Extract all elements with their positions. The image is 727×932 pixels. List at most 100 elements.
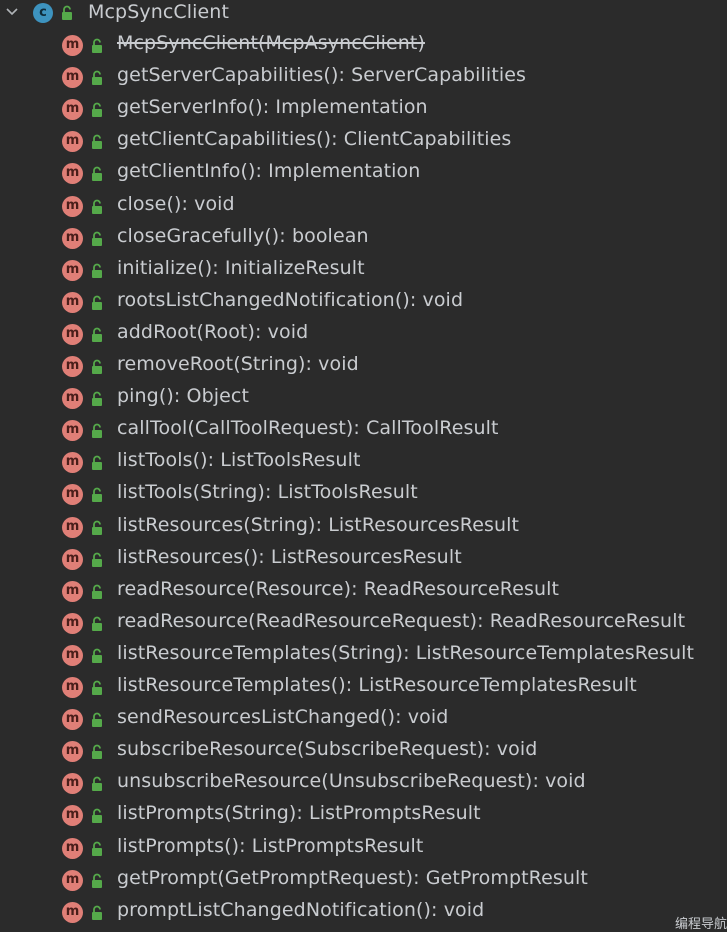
lock-icon xyxy=(92,70,102,86)
method-label: closeGracefully(): boolean xyxy=(117,224,369,247)
lock-icon xyxy=(92,231,102,246)
tree-node-method[interactable]: m readResource(Resource): ReadResourceRes… xyxy=(0,576,727,608)
method-icon: m xyxy=(62,773,83,795)
method-label: listTools(): ListToolsResult xyxy=(117,449,361,472)
lock-icon xyxy=(92,134,102,150)
lock-icon xyxy=(92,873,102,888)
method-label: getPrompt(GetPromptRequest): GetPromptRe… xyxy=(117,866,588,889)
method-label: close(): void xyxy=(117,192,235,215)
tree-node-class[interactable]: c McpSyncClient xyxy=(0,0,727,32)
method-label: subscribeResource(SubscribeRequest): voi… xyxy=(117,738,538,761)
lock-icon xyxy=(92,616,102,631)
tree-node-method[interactable]: m subscribeResource(SubscribeRequest): vo… xyxy=(0,736,727,768)
method-icon: m xyxy=(62,612,83,634)
method-label: getClientInfo(): Implementation xyxy=(117,160,421,183)
tree-node-method[interactable]: m close(): void xyxy=(0,191,727,223)
method-icon: m xyxy=(62,452,83,474)
chevron-down-icon[interactable] xyxy=(5,5,19,19)
method-icon: m xyxy=(62,869,83,891)
method-icon: m xyxy=(62,99,83,121)
lock-icon xyxy=(92,391,102,407)
method-label: listPrompts(): ListPromptsResult xyxy=(117,834,424,857)
method-label: rootsListChangedNotification(): void xyxy=(117,288,464,311)
lock-icon xyxy=(92,167,102,182)
method-icon: m xyxy=(62,677,83,698)
lock-icon xyxy=(92,263,102,278)
method-icon: m xyxy=(62,484,83,506)
lock-icon xyxy=(92,102,102,118)
tree-node-method[interactable]: m getServerCapabilities(): ServerCapabili… xyxy=(0,62,727,94)
method-label: listResourceTemplates(): ListResourceTem… xyxy=(117,674,637,696)
method-label: readResource(Resource): ReadResourceResu… xyxy=(117,577,560,600)
tree-node-method[interactable]: m listTools(): ListToolsResult xyxy=(0,447,727,479)
method-label: initialize(): InitializeResult xyxy=(117,256,365,279)
lock-icon xyxy=(92,776,102,792)
tree-node-method[interactable]: m ping(): Object xyxy=(0,383,727,415)
tree-node-method[interactable]: m listTools(String): ListToolsResult xyxy=(0,479,727,511)
method-label: promptListChangedNotification(): void xyxy=(117,898,485,921)
method-label: getServerInfo(): Implementation xyxy=(117,96,428,119)
lock-icon xyxy=(92,809,102,824)
tree-node-method[interactable]: m removeRoot(String): void xyxy=(0,351,727,383)
method-label: readResource(ReadResourceRequest): ReadR… xyxy=(117,609,686,632)
structure-tree: c McpSyncClient m McpSyncClient(McpAsyncC… xyxy=(0,0,727,926)
method-label: McpSyncClient(McpAsyncClient) xyxy=(117,32,425,54)
tree-node-method[interactable]: m listResourceTemplates(String): ListReso… xyxy=(0,640,727,672)
method-icon: m xyxy=(62,420,83,442)
lock-icon xyxy=(92,680,102,695)
method-label: listResourceTemplates(String): ListResou… xyxy=(117,641,695,664)
method-icon: m xyxy=(62,291,83,313)
tree-node-method[interactable]: m listPrompts(String): ListPromptsResult xyxy=(0,800,727,832)
class-icon: c xyxy=(33,3,53,23)
lock-icon xyxy=(92,552,102,567)
tree-node-method[interactable]: m readResource(ReadResourceRequest): Read… xyxy=(0,608,727,640)
tree-node-method[interactable]: m getClientInfo(): Implementation xyxy=(0,158,727,190)
method-icon: m xyxy=(62,741,83,763)
lock-icon xyxy=(92,38,102,53)
class-name: McpSyncClient xyxy=(88,1,229,23)
method-icon: m xyxy=(62,131,83,153)
tree-node-method[interactable]: m initialize(): InitializeResult xyxy=(0,255,727,287)
tree-node-method[interactable]: m getServerInfo(): Implementation xyxy=(0,94,727,126)
method-icon: m xyxy=(62,227,83,249)
tree-node-method[interactable]: m McpSyncClient(McpAsyncClient) xyxy=(0,30,727,62)
tree-node-method[interactable]: m listPrompts(): ListPromptsResult xyxy=(0,833,727,865)
method-label: removeRoot(String): void xyxy=(117,353,359,375)
tree-node-method[interactable]: m getClientCapabilities(): ClientCapabili… xyxy=(0,126,727,158)
lock-icon xyxy=(92,295,102,310)
tree-node-method[interactable]: m getPrompt(GetPromptRequest): GetPromptR… xyxy=(0,865,727,897)
lock-icon xyxy=(92,712,102,728)
tree-node-method[interactable]: m closeGracefully(): boolean xyxy=(0,223,727,255)
tree-node-method[interactable]: m callTool(CallToolRequest): CallToolResu… xyxy=(0,415,727,447)
lock-icon xyxy=(92,199,102,214)
tree-node-method[interactable]: m listResources(String): ListResourcesRes… xyxy=(0,512,727,544)
method-icon: m xyxy=(62,67,83,89)
method-label: listResources(): ListResourcesResult xyxy=(117,545,462,568)
tree-node-method[interactable]: m unsubscribeResource(UnsubscribeRequest)… xyxy=(0,768,727,800)
tree-node-method[interactable]: m sendResourcesListChanged(): void xyxy=(0,704,727,736)
tree-node-method[interactable]: m promptListChangedNotification(): void xyxy=(0,897,727,929)
lock-icon xyxy=(92,327,102,342)
method-icon: m xyxy=(62,163,83,185)
method-icon: m xyxy=(62,644,83,666)
method-label: sendResourcesListChanged(): void xyxy=(117,706,449,729)
lock-icon xyxy=(92,520,102,535)
tree-node-method[interactable]: m addRoot(Root): void xyxy=(0,319,727,351)
tree-node-method[interactable]: m listResources(): ListResourcesResult xyxy=(0,544,727,576)
lock-icon xyxy=(92,584,102,599)
lock-icon xyxy=(62,5,72,20)
method-icon: m xyxy=(62,580,83,602)
method-label: listResources(String): ListResourcesResu… xyxy=(117,513,520,536)
lock-icon xyxy=(92,648,102,663)
lock-icon xyxy=(92,359,102,374)
lock-icon xyxy=(92,905,102,920)
method-icon: m xyxy=(62,709,83,731)
method-label: unsubscribeResource(UnsubscribeRequest):… xyxy=(117,770,586,793)
method-icon: m xyxy=(62,805,83,827)
tree-node-method[interactable]: m listResourceTemplates(): ListResourceTe… xyxy=(0,672,727,704)
method-icon: m xyxy=(62,35,83,56)
watermark-text: 编程导航 xyxy=(674,917,727,932)
tree-node-method[interactable]: m rootsListChangedNotification(): void xyxy=(0,287,727,319)
method-label: getServerCapabilities(): ServerCapabilit… xyxy=(117,64,527,87)
method-icon: m xyxy=(62,901,83,923)
